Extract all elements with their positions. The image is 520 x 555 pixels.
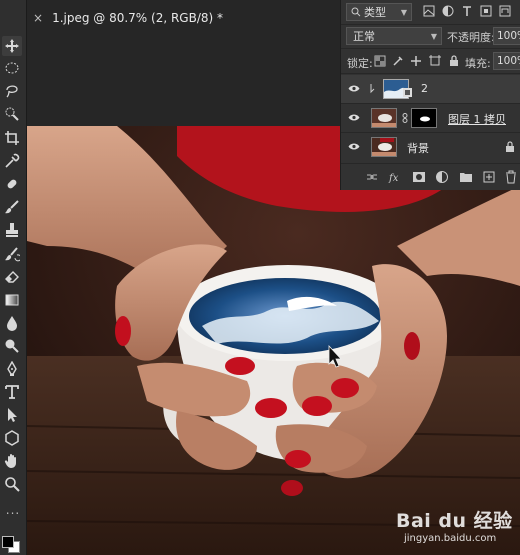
chevron-down-icon: ▼: [400, 7, 407, 17]
adjustment-filter-icon[interactable]: [442, 5, 454, 17]
type-tool-icon[interactable]: [2, 382, 22, 402]
delete-layer-icon[interactable]: [504, 170, 518, 184]
canvas-photo: [27, 126, 520, 555]
layer-style-fx-icon[interactable]: fx: [388, 170, 402, 184]
document-tab-bar: × 1.jpeg @ 80.7% (2, RGB/8) *: [27, 0, 340, 36]
link-layers-icon[interactable]: [365, 170, 379, 184]
opacity-label: 不透明度:: [447, 31, 495, 44]
layer-row-background[interactable]: 背景: [341, 133, 520, 161]
close-tab-icon[interactable]: ×: [33, 11, 43, 25]
history-brush-tool-icon[interactable]: [2, 244, 22, 264]
document-canvas[interactable]: [27, 126, 520, 555]
gradient-tool-icon[interactable]: [2, 290, 22, 310]
watermark-logo: Bai du 经验: [396, 510, 513, 532]
layer-name[interactable]: 图层 1 拷贝: [448, 111, 506, 127]
fill-field[interactable]: 100%: [493, 52, 520, 70]
move-tool-icon[interactable]: [2, 36, 22, 56]
shape-tool-icon[interactable]: [2, 428, 22, 448]
eraser-tool-icon[interactable]: [2, 266, 22, 286]
fill-label: 填充:: [465, 57, 491, 70]
adjustment-layer-icon[interactable]: [435, 170, 449, 184]
eye-icon[interactable]: [348, 84, 360, 93]
eye-icon[interactable]: [348, 113, 360, 122]
watermark-url: jingyan.baidu.com: [404, 533, 497, 544]
more-tools-icon[interactable]: ...: [4, 503, 22, 517]
chevron-down-icon: ▼: [430, 31, 437, 41]
new-group-icon[interactable]: [459, 170, 473, 184]
hand-tool-icon[interactable]: [2, 451, 22, 471]
lock-position-icon[interactable]: [410, 55, 422, 67]
layers-panel: 类型 ▼ 正常 ▼ 不透明度: 100% 锁定: 填充: 100% 2: [340, 0, 520, 190]
layer-row-2[interactable]: 2: [341, 75, 520, 103]
clip-arrow-icon: [370, 84, 375, 94]
layer-name[interactable]: 2: [421, 82, 428, 95]
foreground-color-swatch[interactable]: [2, 536, 14, 548]
type-filter-icon[interactable]: [461, 5, 473, 17]
zoom-tool-icon[interactable]: [2, 474, 22, 494]
lock-artboard-icon[interactable]: [429, 55, 441, 67]
lock-transparent-icon[interactable]: [374, 55, 386, 67]
layer-filter-value: 类型: [364, 6, 386, 19]
brush-tool-icon[interactable]: [2, 197, 22, 217]
search-icon: [351, 7, 361, 17]
path-select-tool-icon[interactable]: [2, 405, 22, 425]
smart-object-filter-icon[interactable]: [499, 5, 511, 17]
blur-tool-icon[interactable]: [2, 313, 22, 333]
layer-mask-thumbnail[interactable]: [411, 108, 437, 128]
layer-thumbnail: [371, 108, 397, 128]
opacity-field[interactable]: 100%: [493, 27, 520, 45]
add-mask-icon[interactable]: [412, 170, 426, 184]
blend-mode-dropdown[interactable]: 正常 ▼: [346, 27, 442, 45]
shape-filter-icon[interactable]: [480, 5, 492, 17]
lock-label: 锁定:: [347, 57, 373, 70]
pen-tool-icon[interactable]: [2, 359, 22, 379]
lock-icon: [506, 141, 514, 152]
healing-brush-tool-icon[interactable]: [2, 174, 22, 194]
new-layer-icon[interactable]: [482, 170, 496, 184]
document-tab-title: 1.jpeg @ 80.7% (2, RGB/8) *: [52, 11, 224, 25]
blend-mode-value: 正常: [353, 30, 375, 43]
dodge-tool-icon[interactable]: [2, 336, 22, 356]
layer-filter-dropdown[interactable]: 类型 ▼: [346, 3, 412, 21]
tools-panel: ...: [0, 0, 27, 555]
document-tab[interactable]: × 1.jpeg @ 80.7% (2, RGB/8) *: [33, 6, 223, 30]
eyedropper-tool-icon[interactable]: [2, 151, 22, 171]
layer-name[interactable]: 背景: [407, 140, 429, 156]
baidu-jingyan-watermark: Bai du 经验 jingyan.baidu.com: [396, 506, 518, 552]
eye-icon[interactable]: [348, 142, 360, 151]
quick-select-tool-icon[interactable]: [2, 104, 22, 124]
lasso-tool-icon[interactable]: [2, 80, 22, 100]
layer-row-layer1-copy[interactable]: 图层 1 拷贝: [341, 104, 520, 132]
stamp-tool-icon[interactable]: [2, 220, 22, 240]
crop-tool-icon[interactable]: [2, 128, 22, 148]
layers-panel-footer: fx: [341, 166, 520, 188]
lock-image-icon[interactable]: [392, 55, 404, 67]
layer-thumbnail: [371, 137, 397, 157]
smart-object-badge-icon: [403, 88, 412, 97]
mask-link-icon[interactable]: [402, 113, 408, 123]
marquee-tool-icon[interactable]: [2, 58, 22, 78]
pixel-filter-icon[interactable]: [423, 5, 435, 17]
svg-text:fx: fx: [388, 173, 399, 184]
lock-all-icon[interactable]: [448, 55, 460, 67]
